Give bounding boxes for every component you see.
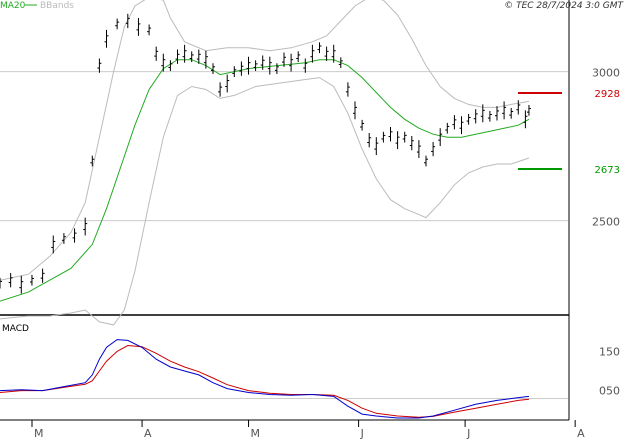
price-marker-label: 2928 (595, 89, 620, 100)
price-tick-label: 2500 (592, 216, 620, 229)
legend-bbands: BBands (40, 1, 74, 11)
macd-tick-label: 150 (599, 345, 620, 358)
copyright-text: © TEC 28/7/2024 3:0 GMT (504, 1, 624, 11)
month-label: M (251, 427, 260, 440)
macd-tick-label: 050 (599, 385, 620, 398)
price-tick-label: 3000 (592, 67, 620, 80)
price-chart: 3000 2500 150 050 2928 2673 M A M J J A MA20 BBands… (0, 0, 625, 440)
month-label: A (144, 427, 152, 440)
month-label: A (577, 427, 585, 440)
macd-label: MACD (2, 324, 29, 334)
month-label: M (34, 427, 44, 440)
legend-ma20: MA20 (0, 1, 26, 11)
month-label: J (466, 427, 470, 440)
month-label: J (360, 427, 364, 440)
price-marker-label: 2673 (595, 165, 620, 176)
